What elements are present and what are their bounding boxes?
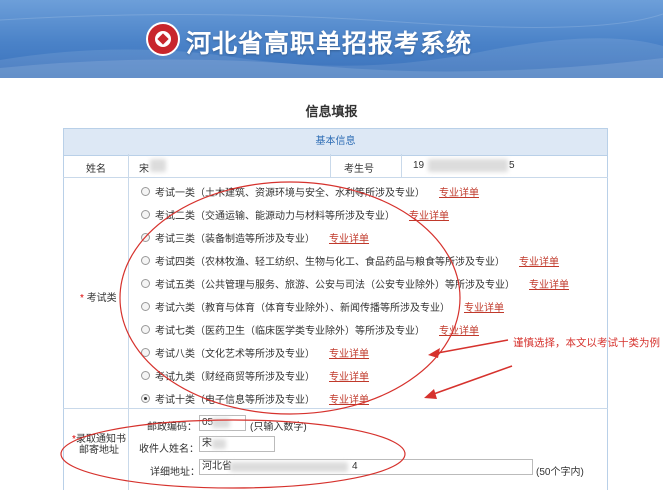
name-value: 宋 xyxy=(139,164,149,175)
redacted-name xyxy=(150,159,166,172)
redacted-recipient xyxy=(212,439,226,449)
exam-option-label: 考试九类（财经商贸等所涉及专业） xyxy=(155,372,315,384)
column-divider xyxy=(128,154,129,490)
address-hint: (50个字内) xyxy=(536,467,584,478)
radio-button[interactable] xyxy=(141,394,150,404)
page-title: 信息填报 xyxy=(305,104,358,119)
exam-option-row[interactable]: 考试九类（财经商贸等所涉及专业） 专业详单 xyxy=(141,369,369,383)
exam-category-label: * 考试类 xyxy=(80,289,117,304)
exam-category-label-text: 考试类 xyxy=(86,293,117,304)
exam-option-row[interactable]: 考试六类（教育与体育（体育专业除外）、新闻传播等所涉及专业） 专业详单 xyxy=(141,300,504,314)
column-divider xyxy=(330,154,331,177)
address-label: 详细地址： xyxy=(150,467,200,478)
row-divider xyxy=(63,177,608,178)
radio-button[interactable] xyxy=(141,371,150,381)
exam-number-label: 考生号 xyxy=(344,164,374,175)
exam-option-label: 考试八类（文化艺术等所涉及专业） xyxy=(155,349,315,361)
recipient-name-input[interactable]: 宋 xyxy=(199,436,275,452)
exam-option-row[interactable]: 考试三类（装备制造等所涉及专业） 专业详单 xyxy=(141,230,369,245)
exam-option-label: 考试二类（交通运输、能源动力与材料等所涉及专业） xyxy=(155,210,395,222)
system-logo-icon xyxy=(146,22,180,56)
address-prefix: 河北省 xyxy=(202,461,232,472)
radio-button[interactable] xyxy=(141,325,150,335)
recipient-label: 收件人姓名： xyxy=(139,444,199,455)
radio-button[interactable] xyxy=(141,302,150,311)
system-title: 河北省高职单招报考系统 xyxy=(186,29,473,58)
required-mark: * xyxy=(80,293,84,304)
header-banner: 河北省高职单招报考系统 xyxy=(0,0,663,78)
major-detail-link[interactable]: 专业详单 xyxy=(329,345,369,360)
section-header-basic-info: 基本信息 xyxy=(64,129,607,156)
major-detail-link[interactable]: 专业详单 xyxy=(529,276,569,291)
redacted-exam-number xyxy=(428,159,508,172)
exam-option-label: 考试一类（土木建筑、资源环境与安全、水利等所涉及专业） xyxy=(155,187,425,199)
recipient-name-value: 宋 xyxy=(202,438,212,449)
major-detail-link[interactable]: 专业详单 xyxy=(329,391,369,406)
radio-button[interactable] xyxy=(141,232,150,242)
radio-button[interactable] xyxy=(141,278,150,288)
exam-option-label: 考试七类（医药卫生（临床医学类专业除外）等所涉及专业） xyxy=(155,326,425,338)
annotation-note: 谨慎选择，本文以考试十类为例 xyxy=(513,337,660,349)
name-label: 姓名 xyxy=(86,164,106,175)
exam-number-suffix: 5 xyxy=(509,160,515,171)
exam-option-row[interactable]: 考试七类（医药卫生（临床医学类专业除外）等所涉及专业） 专业详单 xyxy=(141,323,479,337)
column-divider xyxy=(401,154,402,177)
exam-option-label: 考试五类（公共管理与服务、旅游、公安与司法（公安专业除外）等所涉及专业） xyxy=(155,279,515,291)
exam-option-label: 考试三类（装备制造等所涉及专业） xyxy=(155,233,315,245)
radio-button[interactable] xyxy=(141,186,150,196)
exam-option-row[interactable]: 考试二类（交通运输、能源动力与材料等所涉及专业） 专业详单 xyxy=(141,207,449,222)
major-detail-link[interactable]: 专业详单 xyxy=(439,322,479,337)
mailing-address-label: *录取通知书 邮寄地址 xyxy=(70,434,128,456)
exam-option-row[interactable]: 考试一类（土木建筑、资源环境与安全、水利等所涉及专业） 专业详单 xyxy=(141,184,479,199)
mailing-label-line2: 邮寄地址 xyxy=(79,445,119,456)
address-suffix: 4 xyxy=(352,461,358,472)
radio-button[interactable] xyxy=(141,209,150,219)
exam-number-prefix: 19 xyxy=(413,160,425,171)
postcode-hint: (只输入数字) xyxy=(250,422,307,433)
radio-button[interactable] xyxy=(141,255,150,265)
redacted-postcode xyxy=(212,418,230,428)
major-detail-link[interactable]: 专业详单 xyxy=(329,230,369,245)
major-detail-link[interactable]: 专业详单 xyxy=(519,253,559,268)
major-detail-link[interactable]: 专业详单 xyxy=(409,207,449,222)
exam-option-row[interactable]: 考试八类（文化艺术等所涉及专业） 专业详单 xyxy=(141,346,369,360)
exam-option-label: 考试十类（电子信息等所涉及专业） xyxy=(155,395,315,407)
major-detail-link[interactable]: 专业详单 xyxy=(464,299,504,314)
radio-button[interactable] xyxy=(141,348,150,358)
exam-option-label: 考试四类（农林牧渔、轻工纺织、生物与化工、食品药品与粮食等所涉及专业） xyxy=(155,256,505,268)
exam-option-row[interactable]: 考试十类（电子信息等所涉及专业） 专业详单 xyxy=(141,392,369,406)
mailing-label-line1: 录取通知书 xyxy=(75,434,126,445)
major-detail-link[interactable]: 专业详单 xyxy=(439,184,479,199)
exam-option-row[interactable]: 考试五类（公共管理与服务、旅游、公安与司法（公安专业除外）等所涉及专业） 专业详单 xyxy=(141,276,569,291)
redacted-address xyxy=(230,462,348,472)
postcode-label: 邮政编码： xyxy=(147,422,197,433)
exam-option-label: 考试六类（教育与体育（体育专业除外）、新闻传播等所涉及专业） xyxy=(155,303,450,314)
exam-option-row[interactable]: 考试四类（农林牧渔、轻工纺织、生物与化工、食品药品与粮食等所涉及专业） 专业详单 xyxy=(141,253,559,268)
row-divider xyxy=(63,408,608,409)
major-detail-link[interactable]: 专业详单 xyxy=(329,368,369,383)
